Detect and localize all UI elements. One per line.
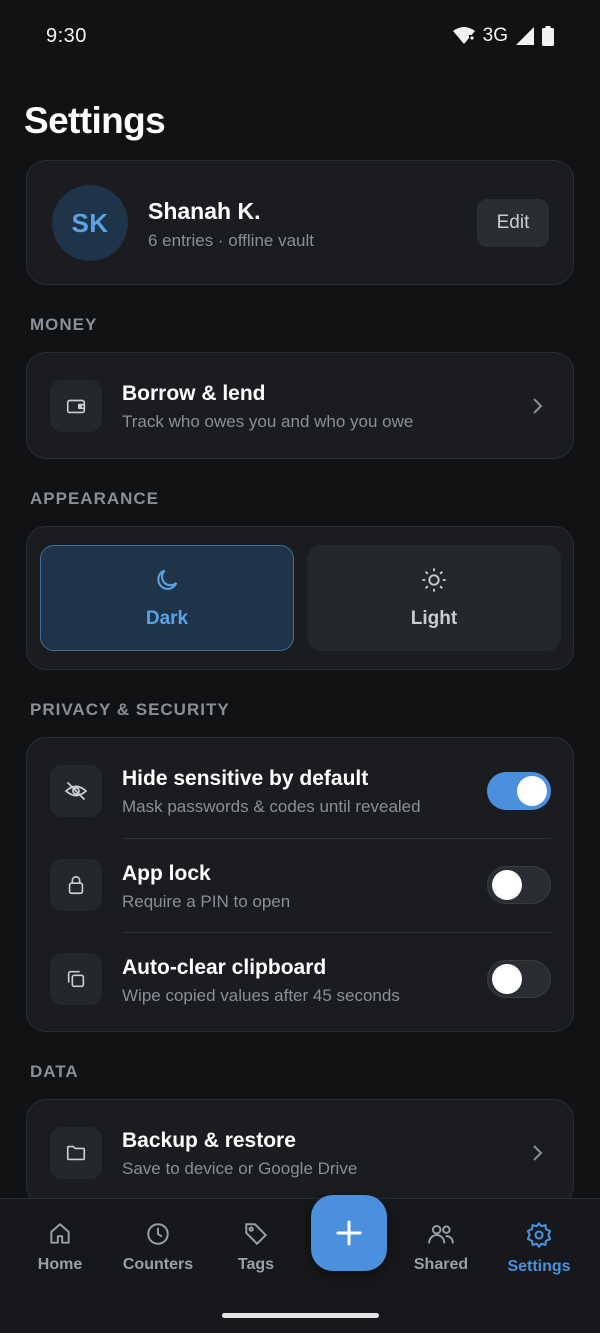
theme-option-light[interactable]: Light — [307, 545, 561, 651]
nav-label: Tags — [237, 1256, 275, 1273]
backup-restore-row[interactable]: Backup & restore Save to device or Googl… — [26, 1099, 574, 1206]
chevron-right-icon — [527, 1143, 547, 1163]
row-subtitle: Track who owes you and who you owe — [122, 412, 414, 431]
home-icon — [50, 1223, 70, 1244]
row-title: App lock — [122, 862, 211, 885]
status-icons: 3G — [452, 25, 554, 47]
section-label-money: MONEY — [30, 315, 98, 334]
divider — [122, 932, 551, 933]
row-title: Borrow & lend — [122, 382, 266, 405]
moon-icon — [157, 569, 178, 590]
add-button[interactable] — [311, 1195, 387, 1271]
appearance-card: Dark Light — [26, 526, 574, 670]
privacy-card: Hide sensitive by default Mask passwords… — [26, 737, 574, 1032]
nav-item-home[interactable]: Home — [10, 1221, 110, 1274]
wifi-icon — [452, 27, 475, 44]
chevron-right-icon — [527, 396, 547, 416]
nav-item-shared[interactable]: Shared — [391, 1221, 491, 1274]
tag-icon — [245, 1223, 267, 1245]
nav-item-counters[interactable]: Counters — [108, 1221, 208, 1274]
home-indicator[interactable] — [222, 1313, 379, 1318]
row-subtitle: Wipe copied values after 45 seconds — [122, 986, 400, 1005]
section-label-data: DATA — [30, 1062, 79, 1081]
theme-label: Light — [410, 608, 458, 629]
clock-icon — [147, 1223, 169, 1245]
nav-item-settings[interactable]: Settings — [489, 1221, 589, 1276]
row-title: Backup & restore — [122, 1129, 296, 1152]
app-lock-toggle[interactable] — [487, 866, 551, 904]
section-label-appearance: APPEARANCE — [30, 489, 160, 508]
borrow-lend-row[interactable]: Borrow & lend Track who owes you and who… — [26, 352, 574, 459]
avatar: SK — [52, 185, 128, 261]
nav-label: Settings — [507, 1258, 571, 1275]
plus-icon — [336, 1220, 362, 1246]
people-icon — [428, 1224, 454, 1244]
theme-label: Dark — [145, 608, 189, 629]
hide-sensitive-toggle[interactable] — [487, 772, 551, 810]
folder-icon — [50, 1127, 102, 1179]
section-label-privacy: PRIVACY & SECURITY — [30, 700, 230, 719]
auto-clear-toggle[interactable] — [487, 960, 551, 998]
lock-icon — [50, 859, 102, 911]
edit-profile-button[interactable]: Edit — [477, 199, 549, 247]
status-time: 9:30 — [46, 24, 87, 47]
profile-name: Shanah K. — [148, 198, 261, 224]
eye-off-icon — [50, 765, 102, 817]
row-subtitle: Mask passwords & codes until revealed — [122, 797, 421, 816]
nav-item-tags[interactable]: Tags — [206, 1221, 306, 1274]
gear-icon — [526, 1222, 552, 1248]
wallet-icon — [50, 380, 102, 432]
profile-card: SK Shanah K. 6 entries · offline vault E… — [26, 160, 574, 285]
profile-subtitle: 6 entries · offline vault — [148, 231, 314, 250]
battery-icon — [542, 26, 554, 46]
nav-label: Counters — [122, 1256, 194, 1273]
sun-icon — [422, 568, 446, 592]
nav-label: Shared — [413, 1256, 469, 1273]
row-title: Auto-clear clipboard — [122, 956, 327, 979]
row-subtitle: Require a PIN to open — [122, 892, 291, 911]
copy-icon — [50, 953, 102, 1005]
row-title: Hide sensitive by default — [122, 767, 369, 790]
network-type: 3G — [482, 25, 508, 46]
status-bar: 9:30 3G — [0, 0, 600, 72]
page-title: Settings — [24, 100, 166, 141]
row-subtitle: Save to device or Google Drive — [122, 1159, 358, 1178]
divider — [122, 838, 551, 839]
theme-option-dark[interactable]: Dark — [40, 545, 294, 651]
nav-label: Home — [37, 1256, 83, 1273]
signal-icon — [516, 27, 534, 45]
